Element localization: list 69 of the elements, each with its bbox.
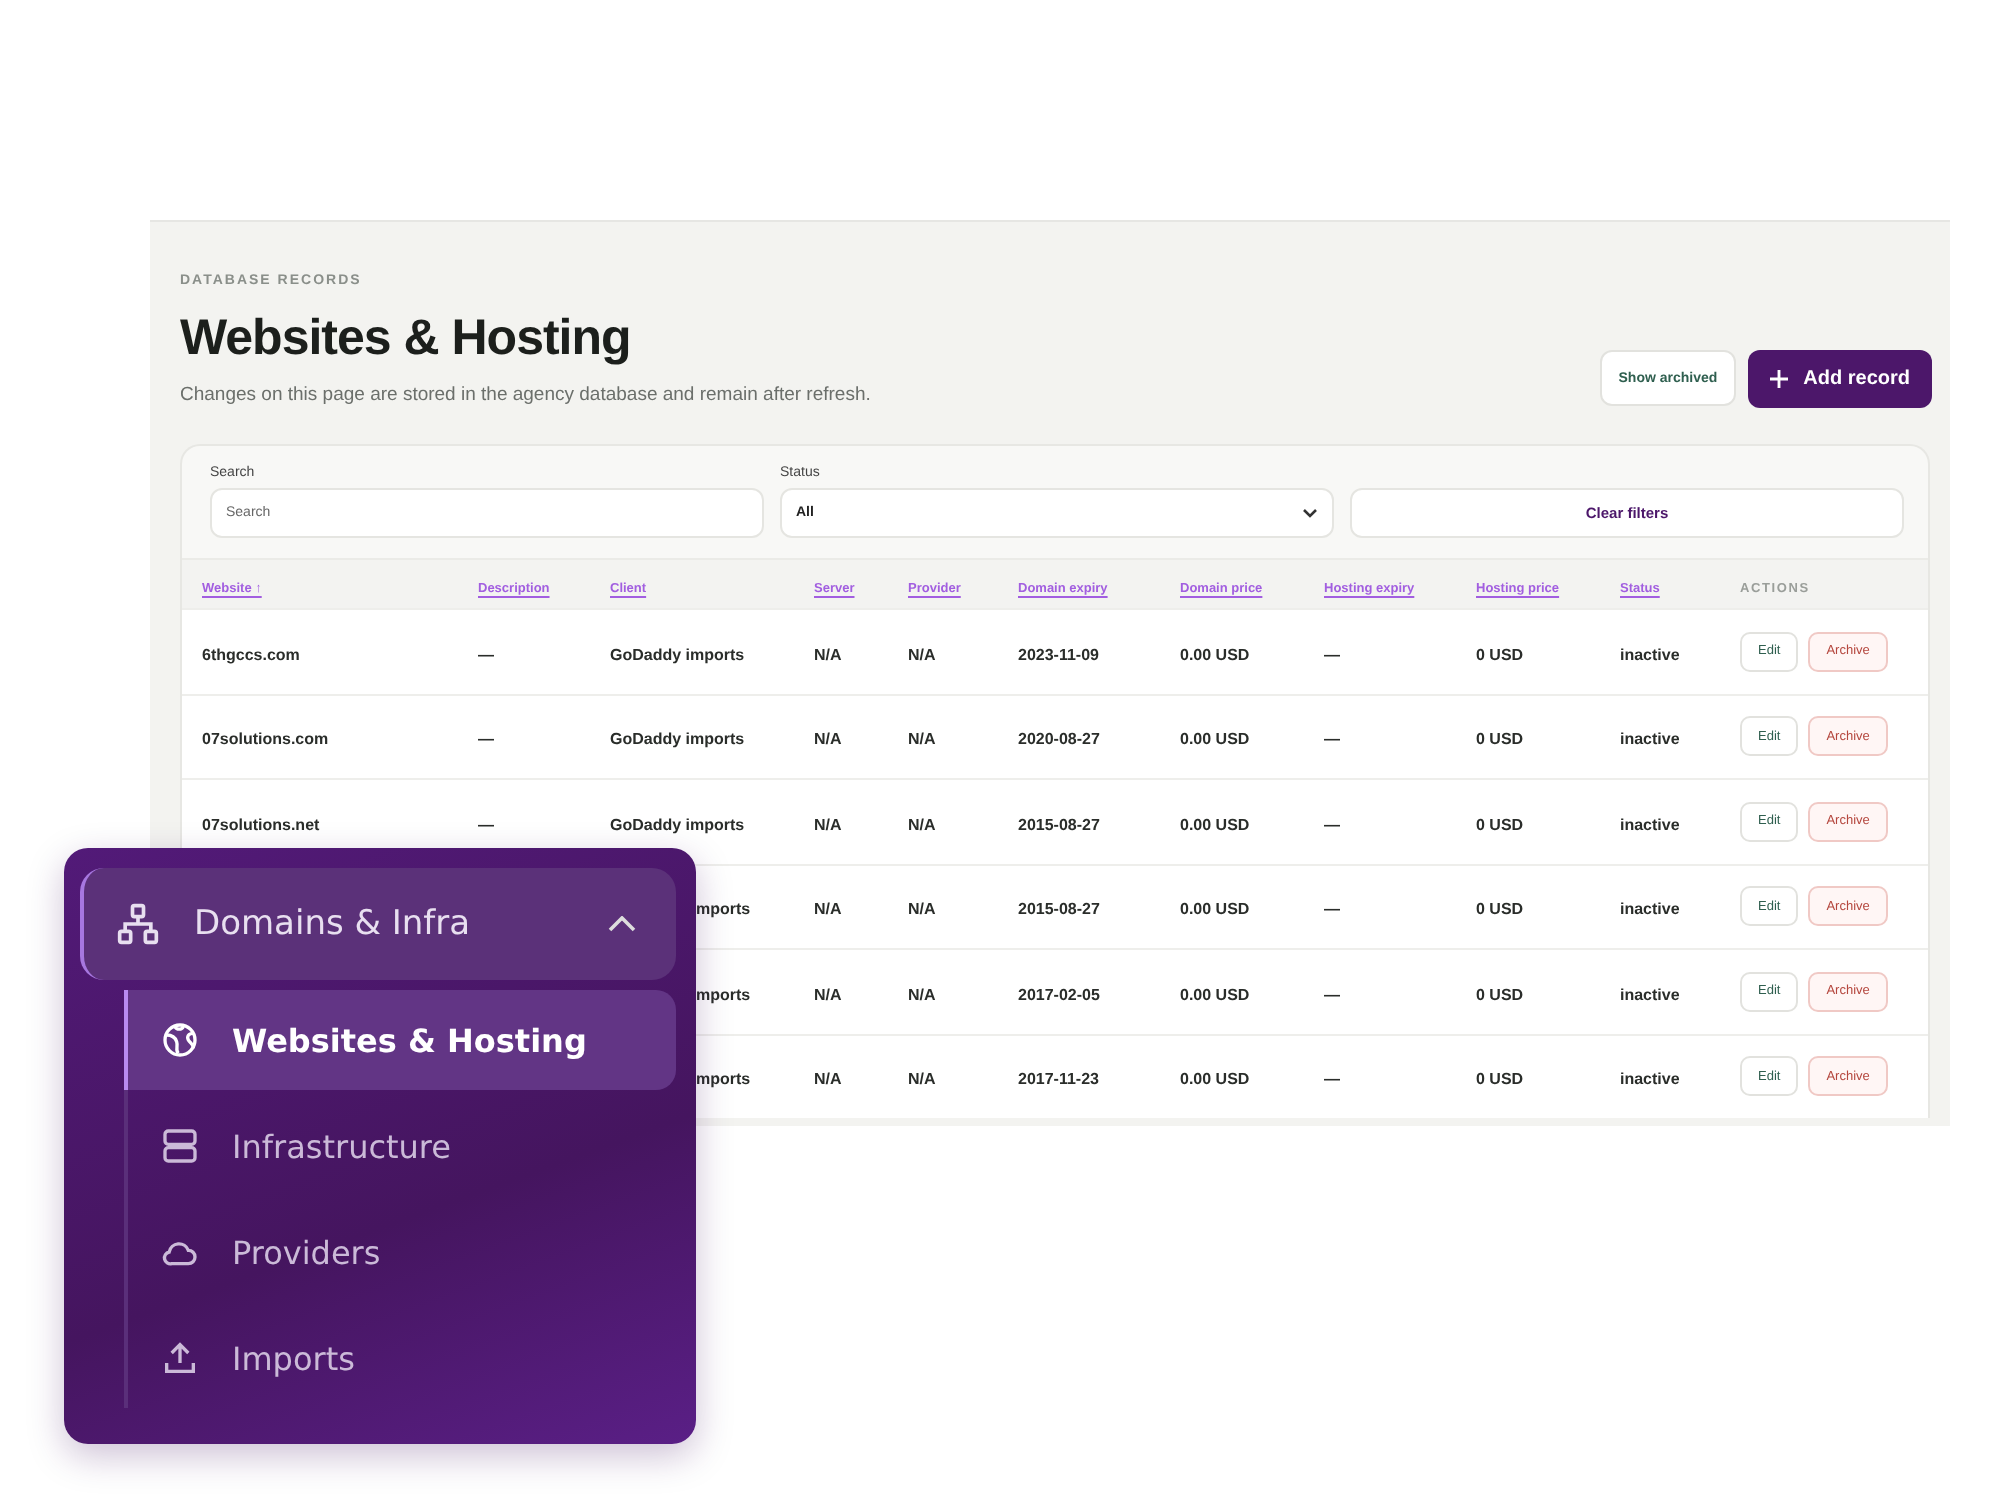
table-cell: inactive: [1620, 815, 1680, 834]
table-cell: inactive: [1620, 1070, 1680, 1089]
upload-icon: [160, 1338, 200, 1378]
table-cell: inactive: [1620, 900, 1680, 919]
page-subtitle: Changes on this page are stored in the agency database and remain after refresh.: [180, 384, 871, 406]
table-cell: GoDaddy imports: [610, 815, 745, 834]
nav-item[interactable]: Websites & Hosting: [124, 990, 676, 1090]
nav-item[interactable]: Providers: [128, 1202, 676, 1302]
table-cell: 2015-08-27: [1018, 815, 1100, 834]
chevron-up-icon: [608, 916, 636, 932]
table-cell: 0 USD: [1476, 815, 1524, 834]
table-cell: 0 USD: [1476, 730, 1524, 749]
table-cell: 2017-02-05: [1018, 985, 1100, 1004]
table-cell: N/A: [908, 900, 936, 919]
table-cell: inactive: [1620, 985, 1680, 1004]
table-cell: N/A: [814, 985, 842, 1004]
table-cell: 0.00 USD: [1180, 645, 1250, 664]
server-icon: [160, 1126, 200, 1166]
table-cell: N/A: [908, 730, 936, 749]
table-cell: 0 USD: [1476, 1070, 1524, 1089]
table-cell: N/A: [908, 645, 936, 664]
table-cell: —: [478, 815, 494, 834]
table-cell: 0.00 USD: [1180, 815, 1250, 834]
table-cell: N/A: [814, 900, 842, 919]
nav-group[interactable]: Domains & Infra: [80, 868, 676, 980]
table-cell: N/A: [908, 815, 936, 834]
table-cell: N/A: [908, 1070, 936, 1089]
table-cell: —: [1324, 730, 1340, 749]
table-cell: GoDaddy imports: [610, 645, 745, 664]
add-record-button[interactable]: Add record: [1747, 350, 1932, 408]
table-cell: 0 USD: [1476, 900, 1524, 919]
table-cell: N/A: [814, 645, 842, 664]
table-cell: 2015-08-27: [1018, 900, 1100, 919]
table-cell: N/A: [908, 985, 936, 1004]
table-cell: GoDaddy imports: [610, 730, 745, 749]
table-cell: 0.00 USD: [1180, 985, 1250, 1004]
table-cell: —: [1324, 815, 1340, 834]
table-cell-text: mports: [694, 900, 751, 919]
table-cell: —: [478, 730, 494, 749]
sitemap-icon: [116, 902, 160, 946]
table-cell: —: [1324, 900, 1340, 919]
table-cell: 07solutions.net: [202, 815, 320, 834]
chevron-down-icon: [1302, 508, 1318, 518]
table-cell-text: mports: [694, 985, 751, 1004]
table-cell: —: [478, 645, 494, 664]
table-cell: 07solutions.com: [202, 730, 329, 749]
table-cell: 0.00 USD: [1180, 900, 1250, 919]
table-cell: —: [1324, 645, 1340, 664]
table-cell: 0.00 USD: [1180, 730, 1250, 749]
table-cell: —: [1324, 985, 1340, 1004]
table-cell: 2017-11-23: [1018, 1070, 1099, 1089]
table-cell: 2020-08-27: [1018, 730, 1100, 749]
table-cell: N/A: [814, 730, 842, 749]
table-cell-text: mports: [694, 1070, 751, 1089]
table-cell: 0.00 USD: [1180, 1070, 1250, 1089]
table-cell: 6thgccs.com: [202, 645, 300, 664]
table-cell: —: [1324, 1070, 1340, 1089]
plus-icon: [1769, 370, 1788, 388]
table-cell: inactive: [1620, 730, 1680, 749]
table-cell: N/A: [814, 1070, 842, 1089]
table-cell: inactive: [1620, 645, 1680, 664]
table-cell: 0 USD: [1476, 985, 1524, 1004]
table-cell: 2023-11-09: [1018, 645, 1099, 664]
globe-icon: [160, 1020, 200, 1060]
nav-item[interactable]: Infrastructure: [128, 1096, 676, 1196]
page-title: Websites & Hosting: [180, 310, 633, 368]
table-cell: 0 USD: [1476, 645, 1524, 664]
table-cell: N/A: [814, 815, 842, 834]
nav-item[interactable]: Imports: [128, 1308, 676, 1408]
